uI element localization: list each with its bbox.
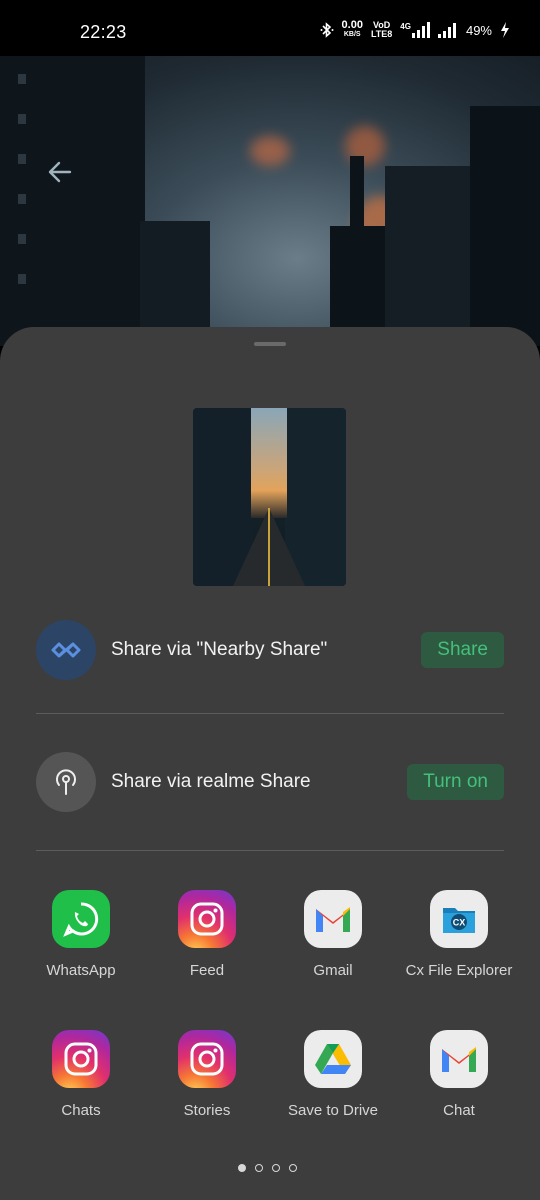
instagram-icon [178, 890, 236, 948]
app-label: Cx File Explorer [405, 962, 513, 979]
nearby-share-button[interactable]: Share [421, 632, 504, 668]
page-dot[interactable] [289, 1164, 297, 1172]
svg-text:CX: CX [453, 918, 466, 928]
realme-turn-on-button[interactable]: Turn on [407, 764, 504, 800]
app-chat[interactable]: Chat [396, 1030, 522, 1119]
app-whatsapp[interactable]: WhatsApp [18, 890, 144, 979]
app-feed[interactable]: Feed [144, 890, 270, 979]
realme-share-label: Share via realme Share [111, 771, 311, 792]
share-sheet: Share via "Nearby Share" Share Share via… [0, 327, 540, 1200]
app-label: Chat [443, 1102, 475, 1119]
app-cx-file-explorer[interactable]: CX Cx File Explorer [396, 890, 522, 979]
bluetooth-icon [320, 22, 334, 38]
page-dot[interactable] [255, 1164, 263, 1172]
app-label: WhatsApp [46, 962, 116, 979]
battery-level: 49% [465, 22, 492, 38]
nearby-share-row[interactable]: Share via "Nearby Share" Share [36, 620, 504, 682]
page-indicator [238, 1164, 297, 1172]
app-label: Gmail [313, 962, 353, 979]
divider [36, 850, 504, 851]
volte-badge: VoD LTE8 [370, 20, 393, 39]
realme-share-icon [36, 752, 96, 812]
net-speed: 0.00 KB/S [341, 19, 363, 39]
page-dot-active[interactable] [238, 1164, 246, 1172]
app-chats[interactable]: Chats [18, 1030, 144, 1119]
sheet-drag-handle[interactable] [254, 342, 286, 346]
page-dot[interactable] [272, 1164, 280, 1172]
charging-icon [501, 22, 509, 38]
app-label: Stories [183, 1102, 231, 1119]
wallpaper-preview [0, 56, 540, 346]
image-thumbnail [193, 408, 346, 586]
gmail-icon [304, 890, 362, 948]
app-label: Feed [189, 962, 225, 979]
arrow-left-icon[interactable] [44, 156, 76, 188]
nearby-share-label: Share via "Nearby Share" [111, 639, 328, 660]
signal-icon [411, 22, 430, 38]
app-label: Save to Drive [287, 1102, 379, 1119]
app-save-to-drive[interactable]: Save to Drive [270, 1030, 396, 1119]
instagram-icon [178, 1030, 236, 1088]
whatsapp-icon [52, 890, 110, 948]
status-time: 22:23 [80, 22, 127, 42]
cx-file-explorer-icon: CX [430, 890, 488, 948]
instagram-icon [52, 1030, 110, 1088]
gmail-icon [430, 1030, 488, 1088]
app-stories[interactable]: Stories [144, 1030, 270, 1119]
google-drive-icon [304, 1030, 362, 1088]
nearby-share-icon [36, 620, 96, 680]
status-bar: 22:23 0.00 KB/S VoD LTE8 4G 49% [0, 0, 540, 56]
divider [36, 713, 504, 714]
signal-group-1: 4G [400, 22, 430, 38]
app-label: Chats [61, 1102, 101, 1119]
status-icons: 0.00 KB/S VoD LTE8 4G 49% [320, 19, 510, 39]
signal-icon [437, 23, 456, 38]
realme-share-row[interactable]: Share via realme Share Turn on [36, 752, 504, 814]
app-gmail[interactable]: Gmail [270, 890, 396, 979]
